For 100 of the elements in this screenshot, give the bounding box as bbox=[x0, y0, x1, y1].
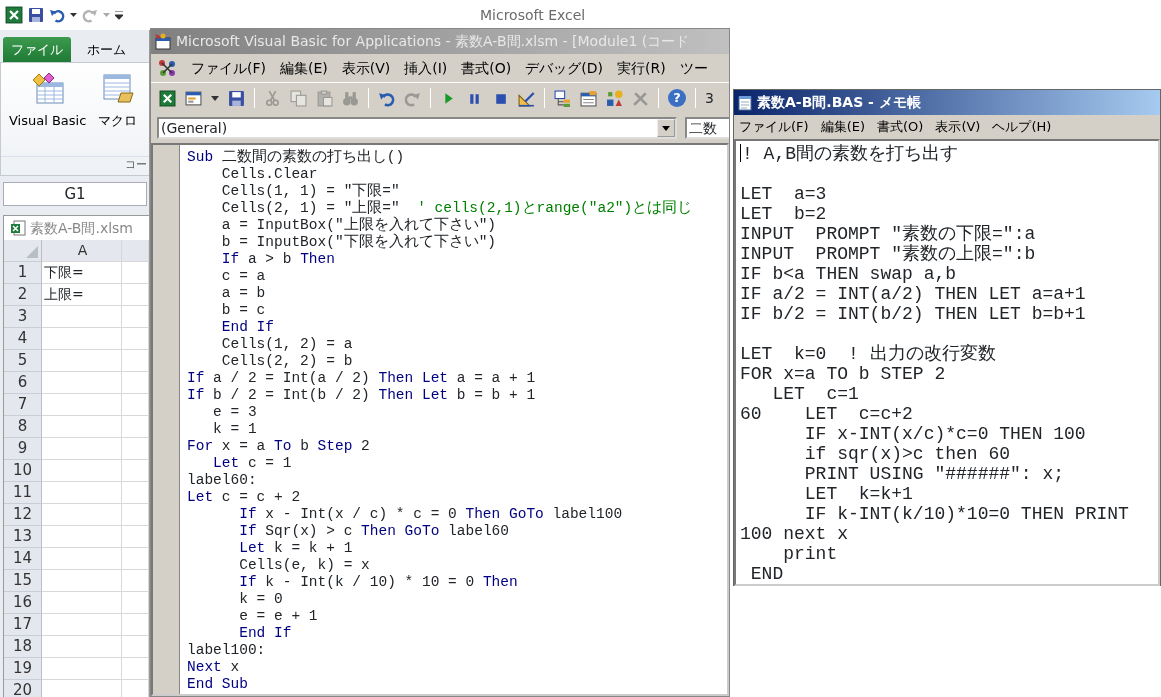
menu-item[interactable]: 書式(O) bbox=[461, 57, 512, 79]
row-header[interactable]: 8 bbox=[4, 416, 42, 438]
row-header[interactable]: 4 bbox=[4, 328, 42, 350]
row-header[interactable]: 1 bbox=[4, 262, 42, 284]
menu-item[interactable]: ファイル(F) bbox=[739, 117, 809, 137]
row-header[interactable]: 14 bbox=[4, 548, 42, 570]
code-line: k = 0 bbox=[238, 591, 283, 608]
spreadsheet-app-icon[interactable] bbox=[5, 6, 23, 24]
caret-icon[interactable] bbox=[211, 95, 219, 101]
empty-cell[interactable] bbox=[122, 548, 149, 570]
text-line: INPUT PROMPT "素数の下限=":a bbox=[740, 224, 1036, 244]
row-header[interactable]: 16 bbox=[4, 592, 42, 614]
row-header[interactable]: 12 bbox=[4, 504, 42, 526]
text-line: if sqr(x)>c then 60 bbox=[803, 444, 1011, 464]
empty-cell[interactable] bbox=[122, 328, 149, 350]
column-header[interactable]: A bbox=[42, 240, 122, 262]
menu-item[interactable]: 書式(O) bbox=[877, 117, 924, 137]
column-header[interactable] bbox=[122, 240, 149, 262]
menu-item[interactable]: デバッグ(D) bbox=[525, 57, 603, 79]
empty-cell[interactable] bbox=[122, 504, 149, 526]
row-header[interactable]: 10 bbox=[4, 460, 42, 482]
menu-item[interactable]: ヘルプ(H) bbox=[992, 117, 1052, 137]
empty-cell[interactable] bbox=[122, 570, 149, 592]
empty-cell[interactable] bbox=[122, 394, 149, 416]
menu-item[interactable]: 実行(R) bbox=[617, 57, 666, 79]
row-header[interactable]: 17 bbox=[4, 614, 42, 636]
row-header[interactable]: 9 bbox=[4, 438, 42, 460]
window-title: Microsoft Excel bbox=[479, 5, 586, 25]
row-header[interactable]: 13 bbox=[4, 526, 42, 548]
menu-item[interactable]: ファイル(F) bbox=[191, 57, 266, 79]
text-line: FOR x=a TO b STEP 2 bbox=[740, 364, 946, 384]
menu-item[interactable]: 表示(V) bbox=[341, 57, 391, 79]
save-icon[interactable] bbox=[228, 89, 245, 107]
row-header[interactable]: 18 bbox=[4, 636, 42, 658]
shapes-icon[interactable] bbox=[606, 89, 623, 107]
properties-icon[interactable] bbox=[580, 89, 597, 107]
ribbon-button[interactable]: Visual Basic bbox=[9, 71, 87, 131]
text-line: IF b<a THEN swap a,b bbox=[740, 264, 957, 284]
empty-cell[interactable] bbox=[122, 482, 149, 504]
spreadsheet-icon[interactable] bbox=[159, 89, 176, 107]
row-header[interactable]: 6 bbox=[4, 372, 42, 394]
menu-item[interactable]: ツー bbox=[679, 57, 708, 79]
menu-item[interactable]: 挿入(I) bbox=[404, 57, 448, 79]
tree-window-icon[interactable] bbox=[554, 89, 571, 107]
dropdown-button[interactable] bbox=[657, 119, 675, 137]
text-line: PRINT USING "######": x; bbox=[803, 464, 1065, 484]
row-header[interactable]: 7 bbox=[4, 394, 42, 416]
undo-icon[interactable] bbox=[49, 7, 65, 23]
code-line: Next x bbox=[187, 659, 240, 676]
help-button[interactable]: ? bbox=[668, 89, 686, 107]
row-header[interactable]: 20 bbox=[4, 680, 42, 697]
code-line: Let k = k + 1 bbox=[238, 540, 353, 557]
empty-cell[interactable] bbox=[122, 284, 149, 306]
table-scroll-icon bbox=[100, 71, 135, 105]
code-line: b = InputBox("下限を入れて下さい") bbox=[220, 234, 497, 251]
table-cell: 上限= bbox=[42, 284, 122, 306]
empty-cell[interactable] bbox=[122, 658, 149, 680]
menu-item[interactable]: 編集(E) bbox=[820, 117, 865, 137]
name-box[interactable]: G1 bbox=[3, 182, 147, 206]
toolbar-text: 3 bbox=[705, 88, 714, 108]
code-line: If b / 2 = Int(b / 2) Then Let b = b + 1 bbox=[187, 387, 536, 404]
ribbon-tab[interactable]: ホーム bbox=[79, 36, 134, 62]
empty-cell[interactable] bbox=[122, 350, 149, 372]
procedure-dropdown[interactable]: 二数 bbox=[685, 117, 729, 139]
caret-icon[interactable] bbox=[70, 13, 77, 17]
save-icon[interactable] bbox=[28, 7, 44, 23]
row-header[interactable]: 3 bbox=[4, 306, 42, 328]
row-header[interactable]: 15 bbox=[4, 570, 42, 592]
select-all-icon[interactable] bbox=[26, 246, 38, 258]
code-line: label100: bbox=[187, 642, 266, 659]
text-line: LET k=k+1 bbox=[803, 484, 913, 504]
code-line: Cells.Clear bbox=[220, 166, 318, 183]
empty-cell[interactable] bbox=[122, 306, 149, 328]
empty-cell[interactable] bbox=[122, 526, 149, 548]
empty-cell[interactable] bbox=[122, 416, 149, 438]
file-tab[interactable]: ファイル bbox=[3, 36, 71, 62]
code-line: For x = a To b Step 2 bbox=[187, 438, 370, 455]
ribbon-button[interactable]: マクロ bbox=[98, 71, 138, 131]
empty-cell[interactable] bbox=[122, 592, 149, 614]
row-header[interactable]: 2 bbox=[4, 284, 42, 306]
menu-item[interactable]: 表示(V) bbox=[935, 117, 981, 137]
row-header[interactable]: 19 bbox=[4, 658, 42, 680]
menu-item[interactable]: 編集(E) bbox=[280, 57, 328, 79]
customize-icon[interactable] bbox=[115, 10, 123, 20]
row-header[interactable]: 5 bbox=[4, 350, 42, 372]
empty-cell[interactable] bbox=[122, 262, 149, 284]
empty-cell[interactable] bbox=[122, 460, 149, 482]
code-line: b = c bbox=[220, 302, 266, 319]
code-line: Cells(2, 1) = "上限=" ' cells(2,1)とrange("a2")とは同じ bbox=[220, 200, 693, 216]
object-dropdown[interactable]: (General) bbox=[157, 117, 677, 139]
row-header[interactable]: 11 bbox=[4, 482, 42, 504]
workbook-title: 素数A-B間.xlsm bbox=[30, 218, 133, 238]
empty-cell[interactable] bbox=[122, 372, 149, 394]
empty-cell[interactable] bbox=[122, 438, 149, 460]
empty-cell[interactable] bbox=[122, 636, 149, 658]
app-icon bbox=[154, 32, 172, 51]
code-line: e = 3 bbox=[212, 404, 257, 421]
form-icon[interactable] bbox=[185, 89, 202, 107]
empty-cell[interactable] bbox=[122, 614, 149, 636]
code-line: If a > b Then bbox=[220, 251, 335, 268]
